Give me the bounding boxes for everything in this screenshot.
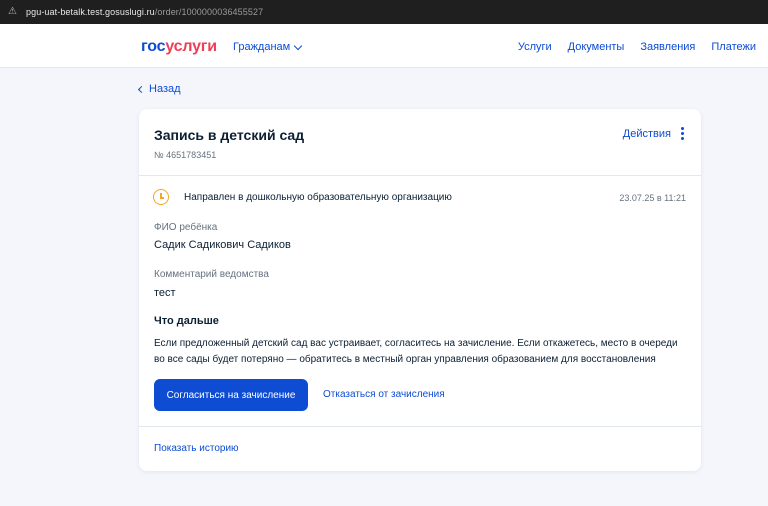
not-secure-icon[interactable]: ⚠ [8,6,20,18]
chevron-down-icon [293,41,303,50]
site-header: госуслуги Гражданам Услуги Документы Зая… [0,24,768,68]
show-history-link[interactable]: Показать историю [154,443,239,454]
actions-label: Действия [622,127,671,140]
divider [139,426,701,427]
nav-payments[interactable]: Платежи [711,41,756,53]
chevron-left-icon [137,85,146,93]
url-text[interactable]: pgu-uat-betalk.test.gosuslugi.ru/order/1… [26,7,263,17]
back-label: Назад [149,83,181,95]
child-name-value: Садик Садикович Садиков [154,239,291,251]
decline-enrollment-link[interactable]: Отказаться от зачисления [323,389,445,400]
nav-documents[interactable]: Документы [568,41,625,53]
order-card: Запись в детский сад № 4651783451 Действ… [139,109,701,471]
top-navigation: Услуги Документы Заявления Платежи [518,41,756,53]
status-date: 23.07.25 в 11:21 [619,193,686,203]
order-title: Запись в детский сад [154,127,305,143]
citizens-dropdown[interactable]: Гражданам [233,41,303,53]
browser-address-bar[interactable]: ⚠ pgu-uat-betalk.test.gosuslugi.ru/order… [0,0,768,24]
next-steps-text: Если предложенный детский сад вас устраи… [154,338,678,365]
logo-part-uslugi: услуги [165,38,217,55]
logo-part-gos: гос [141,38,166,55]
url-host: pgu-uat-betalk.test.gosuslugi.ru [26,7,155,17]
comment-label: Комментарий ведомства [154,269,269,280]
citizens-label: Гражданам [233,41,291,53]
order-number: № 4651783451 [154,150,217,160]
next-steps-title: Что дальше [154,315,219,327]
actions-menu-button[interactable]: Действия [623,127,684,140]
comment-value: тест [154,287,176,299]
accept-enrollment-button[interactable]: Согласиться на зачисление [154,379,308,411]
status-text: Направлен в дошкольную образовательную о… [184,192,452,203]
more-vertical-icon [681,127,684,140]
clock-icon [153,189,169,205]
back-link[interactable]: Назад [137,83,181,95]
nav-applications[interactable]: Заявления [640,41,695,53]
gosuslugi-logo[interactable]: госуслуги [141,38,217,56]
url-path: /order/1000000036455527 [154,7,264,17]
child-name-label: ФИО ребёнка [154,222,218,233]
divider [139,175,701,176]
nav-services[interactable]: Услуги [518,41,552,53]
